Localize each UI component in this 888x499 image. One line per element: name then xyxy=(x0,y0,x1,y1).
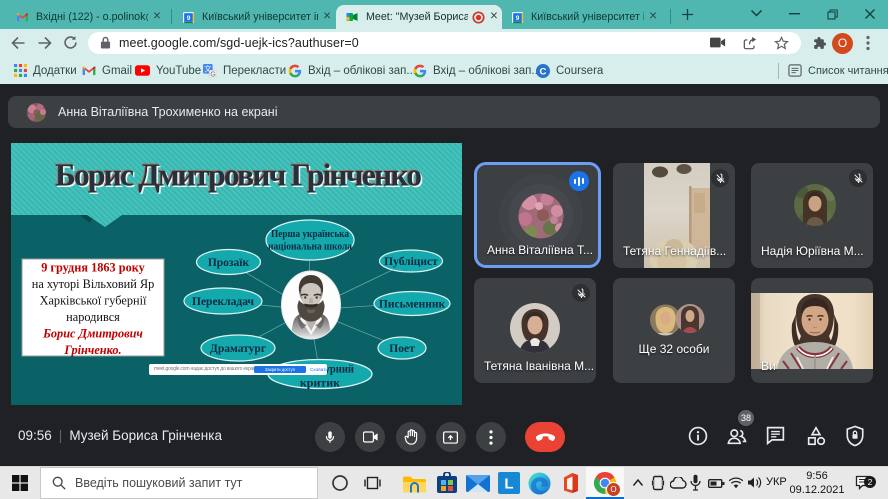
svg-text:Драматург: Драматург xyxy=(210,343,266,355)
svg-text:Письменник: Письменник xyxy=(379,299,446,311)
svg-text:Борис Дмитрович Грінченко: Борис Дмитрович Грінченко xyxy=(55,158,422,193)
svg-text:G: G xyxy=(210,71,215,78)
svg-text:C: C xyxy=(540,66,547,77)
svg-text:9 грудня 1863 року: 9 грудня 1863 року xyxy=(41,261,145,275)
svg-text:Перекладач: Перекладач xyxy=(192,296,254,308)
svg-text:народився: народився xyxy=(66,310,120,324)
svg-text:Харківської губернії: Харківської губернії xyxy=(40,294,147,308)
svg-text:на хуторі Вільховий Яр: на хуторі Вільховий Яр xyxy=(32,277,155,291)
svg-text:Прозаїк: Прозаїк xyxy=(208,257,250,269)
svg-text:Борис Дмитрович: Борис Дмитрович xyxy=(42,327,143,341)
svg-text:9: 9 xyxy=(516,14,520,21)
svg-text:Поет: Поет xyxy=(389,343,415,355)
svg-text:L: L xyxy=(504,476,513,493)
svg-text:Перша українська: Перша українська xyxy=(271,229,349,240)
svg-text:критик: критик xyxy=(300,376,340,390)
svg-text:національна школа: національна школа xyxy=(268,242,352,253)
svg-text:Грінченко.: Грінченко. xyxy=(63,343,121,357)
svg-text:Публіцист: Публіцист xyxy=(384,256,438,268)
svg-text:9: 9 xyxy=(187,14,191,21)
